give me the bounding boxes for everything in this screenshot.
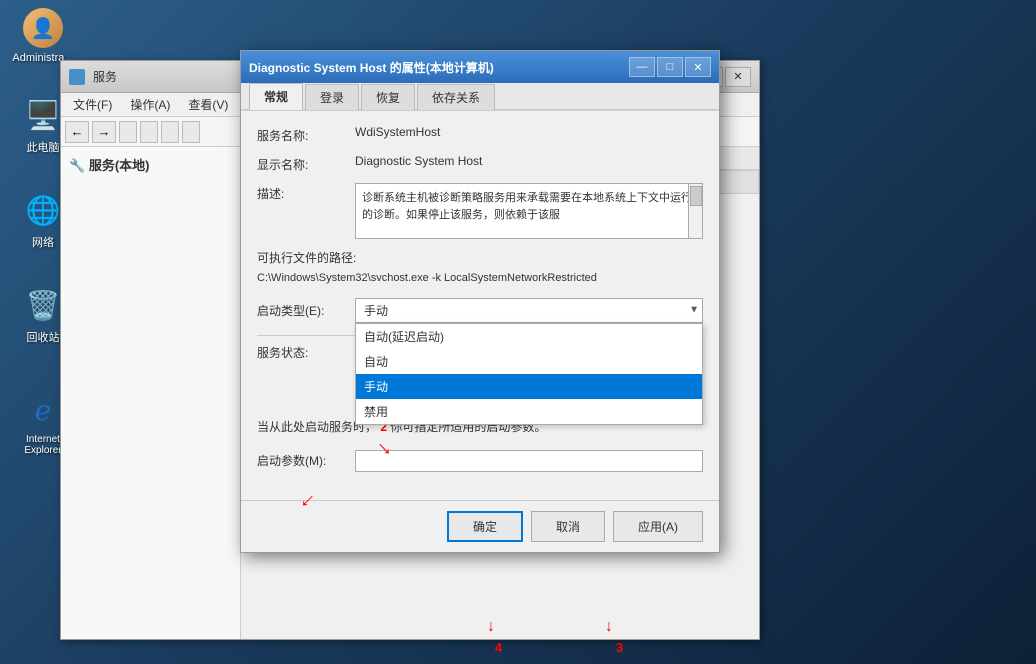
annotation-3-label: 3 [616,640,623,655]
services-local-label: 服务(本地) [89,158,150,173]
status-label: 服务状态: [257,344,347,361]
startup-option-delayed[interactable]: 自动(延迟启动) [356,324,702,349]
display-name-value: Diagnostic System Host [355,154,703,168]
toolbar-btn6[interactable] [182,121,200,143]
startup-option-disabled[interactable]: 禁用 [356,399,702,424]
tab-general[interactable]: 常规 [249,83,303,110]
desc-scrollbar[interactable] [688,184,702,238]
display-name-row: 显示名称: Diagnostic System Host [257,154,703,173]
description-row: 描述: 诊断系统主机被诊断策略服务用来承载需要在本地系统上下文中运行的诊断。如果… [257,183,703,239]
services-left-panel: 🔧 服务(本地) [61,147,241,639]
ok-button[interactable]: 确定 [447,511,523,542]
startup-option-manual[interactable]: 手动 [356,374,702,399]
startup-dropdown-list[interactable]: 自动(延迟启动) 自动 手动 禁用 [355,323,703,425]
desktop-icon-network-label: 网络 [32,234,54,250]
service-name-row: 服务名称: WdiSystemHost [257,125,703,144]
tab-recovery[interactable]: 恢复 [361,84,415,110]
desktop-icon-ie-label: InternetExplorer [24,434,61,456]
dialog-content: 服务名称: WdiSystemHost 显示名称: Diagnostic Sys… [241,111,719,500]
apply-button[interactable]: 应用(A) [613,511,703,542]
tab-login[interactable]: 登录 [305,84,359,110]
exe-path-value: C:\Windows\System32\svchost.exe -k Local… [257,270,703,288]
dialog-maximize-btn[interactable]: □ [657,57,683,77]
dialog-window-buttons: — □ ✕ [629,57,711,77]
toolbar-btn5[interactable] [161,121,179,143]
desktop-icon-user[interactable]: 👤 Administra... [8,8,78,64]
dialog-close-btn[interactable]: ✕ [685,57,711,77]
services-close-btn[interactable]: ✕ [725,67,751,87]
services-local-title: 🔧 服务(本地) [69,155,232,174]
toolbar-back[interactable]: ← [65,121,89,143]
startup-row: 启动类型(E): 手动 ▼ 自动(延迟启动) 自动 手动 禁用 [257,298,703,323]
menu-view[interactable]: 查看(V) [180,94,236,115]
dialog-minimize-btn[interactable]: — [629,57,655,77]
menu-file[interactable]: 文件(F) [65,94,120,115]
dialog-title: Diagnostic System Host 的属性(本地计算机) [249,59,621,76]
desc-label: 描述: [257,183,347,202]
desktop-icon-recycle-label: 回收站 [27,329,60,345]
param-input[interactable] [355,450,703,472]
annotation-4-label: 4 [495,640,502,655]
cancel-button[interactable]: 取消 [531,511,605,542]
exe-path-label: 可执行文件的路径: [257,249,703,268]
service-name-value: WdiSystemHost [355,125,703,139]
dialog-titlebar: Diagnostic System Host 的属性(本地计算机) — □ ✕ [241,51,719,83]
toolbar-forward[interactable]: → [92,121,116,143]
services-title-icon [69,69,85,85]
desc-scrollbar-thumb [690,186,702,206]
tab-dependencies[interactable]: 依存关系 [417,84,495,110]
param-row: 启动参数(M): [257,450,703,472]
exe-path-section: 可执行文件的路径: C:\Windows\System32\svchost.ex… [257,249,703,288]
startup-option-auto[interactable]: 自动 [356,349,702,374]
startup-dropdown[interactable]: 手动 [355,298,703,323]
desc-box: 诊断系统主机被诊断策略服务用来承载需要在本地系统上下文中运行的诊断。如果停止该服… [355,183,703,239]
desktop-icon-computer-label: 此电脑 [27,139,60,155]
properties-dialog: Diagnostic System Host 的属性(本地计算机) — □ ✕ … [240,50,720,553]
dialog-footer: 确定 取消 应用(A) [241,500,719,552]
toolbar-btn4[interactable] [140,121,158,143]
desktop: 👤 Administra... 🖥️ 此电脑 🌐 网络 🗑️ 回收站 ℯ Int… [0,0,1036,664]
menu-action[interactable]: 操作(A) [122,94,178,115]
toolbar-btn3[interactable] [119,121,137,143]
dialog-tabs: 常规 登录 恢复 依存关系 [241,83,719,111]
startup-dropdown-container: 手动 ▼ 自动(延迟启动) 自动 手动 禁用 [355,298,703,323]
service-name-label: 服务名称: [257,125,347,144]
desc-text: 诊断系统主机被诊断策略服务用来承载需要在本地系统上下文中运行的诊断。如果停止该服… [362,192,692,221]
startup-label: 启动类型(E): [257,302,347,319]
param-label: 启动参数(M): [257,452,347,469]
display-name-label: 显示名称: [257,154,347,173]
startup-selected-value: 手动 [364,304,388,318]
